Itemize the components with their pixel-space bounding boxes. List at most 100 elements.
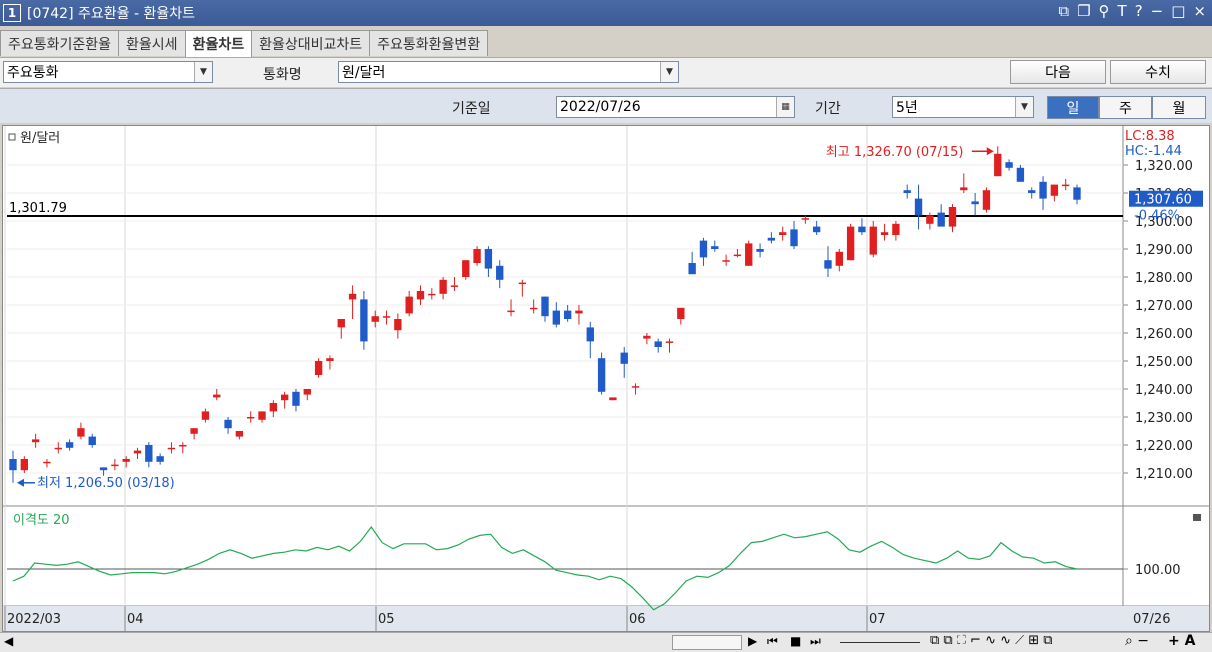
toolbar-currency: 주요통화 ▼ 통화명 원/달러 ▼ 다음 수치 [0, 57, 1212, 87]
candle-body [1028, 190, 1036, 193]
new-window-icon[interactable]: ❐ [1077, 2, 1090, 20]
candle-body [292, 391, 300, 406]
candle-body [631, 386, 640, 388]
currency-group-select[interactable]: 주요통화 ▼ [3, 61, 213, 83]
candle-body [496, 265, 504, 280]
candle-body [552, 310, 560, 325]
candle-body [473, 249, 481, 263]
chart-area[interactable]: 1,320.001,310.001,300.001,290.001,280.00… [2, 125, 1210, 632]
candle-body [756, 249, 764, 252]
candle-body [892, 223, 900, 235]
y-tick-label: 1,270.00 [1135, 299, 1193, 314]
candle-body [767, 237, 776, 241]
x-axis-label: 2022/03 [7, 612, 61, 627]
candle-body [699, 240, 708, 258]
chevron-down-icon[interactable]: ▼ [194, 62, 212, 82]
candle-body [812, 226, 821, 233]
tab-rate-chart[interactable]: 환율차트 [184, 30, 253, 57]
currency-label: 통화명 [263, 67, 302, 83]
pin-icon[interactable]: ⚲ [1099, 2, 1110, 20]
candle-body [914, 198, 923, 216]
base-date-input[interactable]: 2022/07/26 ▦ [556, 96, 795, 118]
scroll-left-icon[interactable]: ◀ [4, 634, 13, 648]
x-axis-label: 06 [629, 612, 646, 627]
chevron-down-icon[interactable]: ▼ [660, 62, 678, 82]
tab-relative-chart[interactable]: 환율상대비교차트 [251, 30, 371, 56]
rewind-icon[interactable]: ⏮ [767, 634, 778, 649]
indicator-label: 이격도 20 [13, 513, 70, 528]
candle-body [280, 394, 289, 401]
title-bar: 1 [0742] 주요환율 - 환율차트 ⧉ ❐ ⚲ T ? − □ × [0, 0, 1212, 26]
stop-icon[interactable]: ■ [790, 634, 801, 648]
minimize-icon[interactable]: − [1151, 2, 1164, 20]
period-month-button[interactable]: 월 [1152, 96, 1206, 119]
candle-body [824, 260, 832, 269]
scroll-thumb[interactable] [672, 635, 742, 650]
candle-body [880, 232, 889, 235]
candle-body [677, 307, 685, 319]
period-day-button[interactable]: 일 [1047, 96, 1099, 119]
chart-toolbar-scroll[interactable]: ◀ ▶ ⏮ ■ ⏭ ⧉ ⧉ ⛶ ⌐ ∿ ∿ ⟋ ⊞ ⧉ ⌕ − + A [0, 632, 1212, 652]
period-select[interactable]: 5년 ▼ [892, 96, 1034, 118]
reference-line-label: 1,301.79 [9, 201, 67, 216]
candle-body [360, 299, 368, 342]
candle-body [1062, 184, 1070, 187]
candle-body [145, 445, 153, 462]
tool-icons[interactable]: ⧉ ⧉ ⛶ ⌐ ∿ ∿ ⟋ ⊞ ⧉ [930, 633, 1053, 648]
candle-body [235, 431, 244, 437]
tab-converter[interactable]: 주요통화환율변환 [369, 30, 489, 56]
maximize-icon[interactable]: □ [1171, 2, 1185, 20]
hc-label: HC:-1.44 [1125, 144, 1182, 159]
candle-body [179, 445, 187, 447]
candle-body [541, 296, 549, 317]
candle-body [1039, 181, 1047, 199]
chevron-down-icon[interactable]: ▼ [1015, 97, 1033, 117]
candle-body [926, 215, 934, 224]
lc-label: LC:8.38 [1125, 129, 1175, 144]
candle-body [416, 291, 425, 300]
min-annotation: 최저 1,206.50 (03/18) [37, 476, 175, 491]
currency-select[interactable]: 원/달러 ▼ [338, 61, 679, 83]
period-label: 기간 [815, 101, 841, 117]
candle-body [586, 327, 594, 342]
zoom-in-icon[interactable]: + A [1168, 633, 1195, 649]
candle-body [122, 459, 130, 462]
candle-body [609, 397, 617, 401]
candlestick-chart[interactable]: 1,320.001,310.001,300.001,290.001,280.00… [3, 126, 1209, 631]
calendar-icon[interactable]: ▦ [776, 97, 794, 117]
candle-body [167, 447, 176, 450]
candle-body [665, 341, 674, 343]
period-value: 5년 [896, 100, 918, 116]
y-tick-label: 1,320.00 [1135, 159, 1193, 174]
y-tick-label: 1,210.00 [1135, 467, 1193, 482]
base-date-value: 2022/07/26 [560, 99, 641, 115]
y-tick-label: 1,260.00 [1135, 327, 1193, 342]
font-icon[interactable]: T [1118, 2, 1127, 20]
forward-icon[interactable]: ⏭ [810, 634, 821, 649]
candle-body [858, 226, 866, 233]
value-button[interactable]: 수치 [1110, 60, 1206, 84]
y-tick-label: 1,250.00 [1135, 355, 1193, 370]
candle-body [711, 246, 719, 249]
candle-body [801, 218, 810, 220]
layout-icon[interactable]: ⧉ [1058, 2, 1069, 20]
zoom-slider[interactable] [840, 642, 920, 643]
candle-body [575, 310, 583, 314]
candle-body [1073, 187, 1081, 200]
next-button[interactable]: 다음 [1010, 60, 1106, 84]
candle-body [99, 467, 108, 471]
candle-body [869, 226, 877, 255]
zoom-out-icon[interactable]: ⌕ − [1125, 633, 1149, 649]
candle-body [733, 254, 742, 257]
tab-base-rate[interactable]: 주요통화기준환율 [0, 30, 120, 56]
candle-body [247, 417, 255, 419]
close-icon[interactable]: × [1193, 2, 1206, 20]
y-tick-label: 1,230.00 [1135, 411, 1193, 426]
help-icon[interactable]: ? [1135, 2, 1143, 20]
period-week-button[interactable]: 주 [1099, 96, 1152, 119]
y-tick-label: 1,220.00 [1135, 439, 1193, 454]
candle-body [846, 226, 855, 261]
candle-body [326, 358, 334, 361]
play-icon[interactable]: ▶ [748, 634, 757, 648]
tab-rate-quote[interactable]: 환율시세 [118, 30, 186, 56]
